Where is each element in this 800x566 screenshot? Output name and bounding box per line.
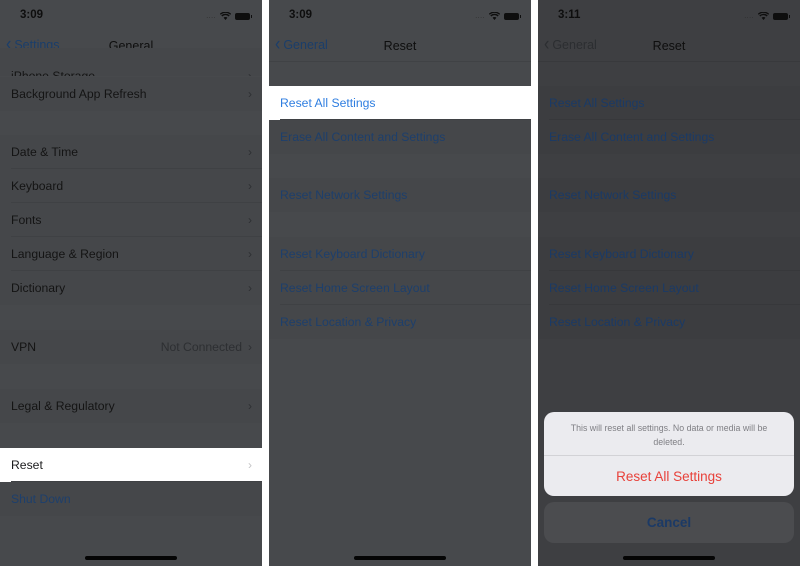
home-indicator[interactable] bbox=[623, 556, 715, 560]
home-indicator[interactable] bbox=[85, 556, 177, 560]
nav-bar: ‹ General Reset bbox=[538, 32, 800, 62]
reset-network-settings-button[interactable]: Reset Network Settings bbox=[269, 178, 531, 212]
chevron-right-icon: › bbox=[248, 247, 252, 261]
wifi-icon bbox=[489, 12, 500, 20]
cancel-button[interactable]: Cancel bbox=[544, 502, 794, 543]
list-item-reset[interactable]: Reset › bbox=[0, 448, 262, 482]
reset-home-screen-layout-button[interactable]: Reset Home Screen Layout bbox=[269, 271, 531, 305]
chevron-right-icon: › bbox=[248, 340, 252, 354]
status-bar: 3:09 .... bbox=[269, 0, 531, 32]
page-title: Reset bbox=[383, 39, 417, 53]
list-item-dictionary[interactable]: Dictionary › bbox=[0, 271, 262, 305]
status-time: 3:11 bbox=[558, 9, 581, 21]
action-sheet-message: This will reset all settings. No data or… bbox=[544, 412, 794, 456]
screen-general: 3:09 .... ‹ Settings General iPhone Stor… bbox=[0, 0, 262, 566]
action-sheet: This will reset all settings. No data or… bbox=[544, 412, 794, 496]
status-time: 3:09 bbox=[289, 9, 313, 21]
status-bar: 3:11 .... bbox=[538, 0, 800, 32]
signal-dots-icon: .... bbox=[206, 12, 216, 20]
reset-location-privacy-button[interactable]: Reset Location & Privacy bbox=[538, 305, 800, 339]
page-title: Reset bbox=[652, 39, 686, 53]
chevron-right-icon: › bbox=[248, 87, 252, 101]
list-item-legal-regulatory[interactable]: Legal & Regulatory › bbox=[0, 389, 262, 423]
confirm-reset-all-settings-button[interactable]: Reset All Settings bbox=[544, 456, 794, 496]
screen-reset: 3:09 .... ‹ General Reset Reset All Sett… bbox=[269, 0, 531, 566]
reset-keyboard-dictionary-button[interactable]: Reset Keyboard Dictionary bbox=[269, 237, 531, 271]
list-item-iphone-storage[interactable]: iPhone Storage › bbox=[0, 48, 262, 76]
chevron-right-icon: › bbox=[248, 213, 252, 227]
reset-all-settings-button[interactable]: Reset All Settings bbox=[269, 86, 531, 120]
reset-network-settings-button[interactable]: Reset Network Settings bbox=[538, 178, 800, 212]
list-item-language-region[interactable]: Language & Region › bbox=[0, 237, 262, 271]
reset-home-screen-layout-button[interactable]: Reset Home Screen Layout bbox=[538, 271, 800, 305]
chevron-right-icon: › bbox=[248, 179, 252, 193]
home-indicator[interactable] bbox=[354, 556, 446, 560]
reset-all-settings-button[interactable]: Reset All Settings bbox=[538, 86, 800, 120]
list-item-date-time[interactable]: Date & Time › bbox=[0, 135, 262, 169]
chevron-right-icon: › bbox=[248, 399, 252, 413]
screen-reset-confirm: 3:11 .... ‹ General Reset Reset All Sett… bbox=[538, 0, 800, 566]
battery-icon bbox=[504, 12, 521, 20]
status-bar: 3:09 .... bbox=[0, 0, 262, 32]
erase-all-content-button[interactable]: Erase All Content and Settings bbox=[538, 120, 800, 154]
chevron-right-icon: › bbox=[248, 458, 252, 472]
signal-dots-icon: .... bbox=[475, 12, 485, 20]
list-item-fonts[interactable]: Fonts › bbox=[0, 203, 262, 237]
shut-down-button[interactable]: Shut Down bbox=[0, 482, 262, 516]
nav-bar: ‹ General Reset bbox=[269, 32, 531, 62]
list-item-vpn[interactable]: VPN Not Connected › bbox=[0, 330, 262, 364]
battery-icon bbox=[773, 12, 790, 20]
reset-location-privacy-button[interactable]: Reset Location & Privacy bbox=[269, 305, 531, 339]
status-time: 3:09 bbox=[20, 9, 44, 21]
list-item-keyboard[interactable]: Keyboard › bbox=[0, 169, 262, 203]
reset-keyboard-dictionary-button[interactable]: Reset Keyboard Dictionary bbox=[538, 237, 800, 271]
erase-all-content-button[interactable]: Erase All Content and Settings bbox=[269, 120, 531, 154]
chevron-right-icon: › bbox=[248, 69, 252, 76]
battery-icon bbox=[235, 12, 252, 20]
signal-dots-icon: .... bbox=[744, 12, 754, 20]
chevron-right-icon: › bbox=[248, 145, 252, 159]
chevron-right-icon: › bbox=[248, 281, 252, 295]
vpn-status: Not Connected bbox=[160, 340, 242, 354]
wifi-icon bbox=[758, 12, 769, 20]
wifi-icon bbox=[220, 12, 231, 20]
list-item-background-app-refresh[interactable]: Background App Refresh › bbox=[0, 77, 262, 111]
